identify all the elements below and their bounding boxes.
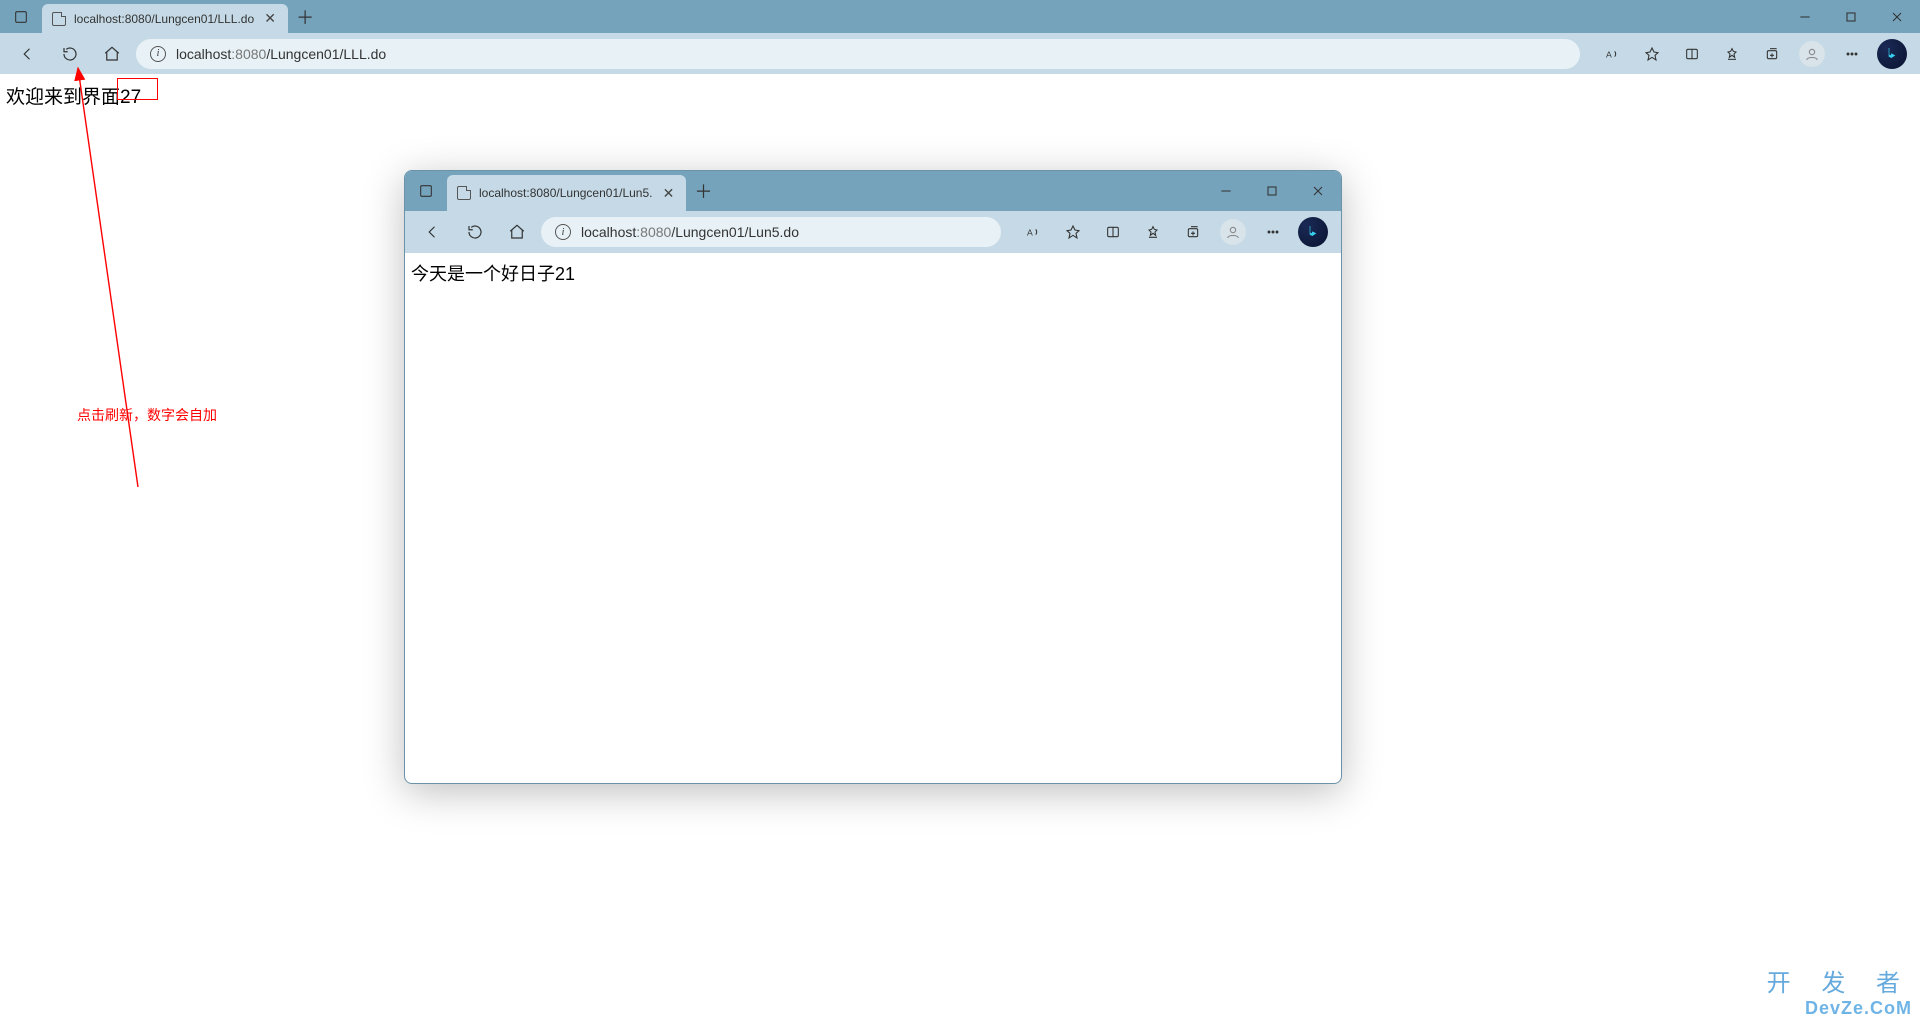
favorites-list-icon[interactable] xyxy=(1714,38,1750,70)
favorites-list-icon[interactable] xyxy=(1135,216,1171,248)
bing-icon xyxy=(1298,217,1328,247)
bing-button[interactable] xyxy=(1295,216,1331,248)
inner-tab-actions-button[interactable] xyxy=(405,171,447,211)
inner-new-tab-button[interactable]: ＋ xyxy=(686,171,720,211)
window-close-button[interactable] xyxy=(1295,171,1341,211)
back-button[interactable] xyxy=(10,38,46,70)
inner-window-controls xyxy=(1203,171,1341,211)
favorite-icon[interactable] xyxy=(1634,38,1670,70)
tab-title: localhost:8080/Lungcen01/LLL.do xyxy=(74,12,254,26)
bing-icon xyxy=(1877,39,1907,69)
favorite-icon[interactable] xyxy=(1055,216,1091,248)
annotation-highlight-box xyxy=(117,78,158,100)
maximize-button[interactable] xyxy=(1249,171,1295,211)
outer-titlebar: localhost:8080/Lungcen01/LLL.do ✕ ＋ xyxy=(0,0,1920,33)
inner-tab[interactable]: localhost:8080/Lungcen01/Lun5. ✕ xyxy=(447,175,686,211)
site-info-icon[interactable]: i xyxy=(555,224,571,240)
inner-toolbar: i localhost:8080/Lungcen01/Lun5.do A xyxy=(405,211,1341,253)
outer-page-content: 欢迎来到界面27 xyxy=(0,74,1920,117)
address-bar[interactable]: i localhost:8080/Lungcen01/LLL.do xyxy=(136,39,1580,69)
watermark-en: DevZe.CoM xyxy=(1767,998,1912,1019)
refresh-button[interactable] xyxy=(457,216,493,248)
url-text: localhost:8080/Lungcen01/LLL.do xyxy=(176,46,386,62)
split-screen-icon[interactable] xyxy=(1674,38,1710,70)
outer-tab[interactable]: localhost:8080/Lungcen01/LLL.do ✕ xyxy=(42,4,288,33)
collections-icon[interactable] xyxy=(1175,216,1211,248)
close-tab-icon[interactable]: ✕ xyxy=(660,185,676,201)
watermark-cn: 开 发 者 xyxy=(1767,963,1912,998)
read-aloud-icon[interactable]: A xyxy=(1594,38,1630,70)
window-controls xyxy=(1782,0,1920,33)
url-text: localhost:8080/Lungcen01/Lun5.do xyxy=(581,224,799,240)
site-info-icon[interactable]: i xyxy=(150,46,166,62)
window-close-button[interactable] xyxy=(1874,0,1920,33)
watermark: 开 发 者 DevZe.CoM xyxy=(1767,963,1912,1019)
more-menu-icon[interactable] xyxy=(1834,38,1870,70)
page-icon xyxy=(52,12,66,26)
split-screen-icon[interactable] xyxy=(1095,216,1131,248)
maximize-button[interactable] xyxy=(1828,0,1874,33)
inner-browser-window: localhost:8080/Lungcen01/Lun5. ✕ ＋ i loc… xyxy=(404,170,1342,784)
inner-address-bar[interactable]: i localhost:8080/Lungcen01/Lun5.do xyxy=(541,217,1001,247)
refresh-button[interactable] xyxy=(52,38,88,70)
home-button[interactable] xyxy=(499,216,535,248)
inner-page-content: 今天是一个好日子21 xyxy=(405,253,1341,293)
minimize-button[interactable] xyxy=(1203,171,1249,211)
tab-actions-button[interactable] xyxy=(0,0,42,33)
page-icon xyxy=(457,186,471,200)
minimize-button[interactable] xyxy=(1782,0,1828,33)
profile-avatar[interactable] xyxy=(1794,38,1830,70)
tab-title: localhost:8080/Lungcen01/Lun5. xyxy=(479,186,652,200)
profile-avatar[interactable] xyxy=(1215,216,1251,248)
svg-text:A: A xyxy=(1027,227,1033,237)
more-menu-icon[interactable] xyxy=(1255,216,1291,248)
back-button[interactable] xyxy=(415,216,451,248)
inner-titlebar: localhost:8080/Lungcen01/Lun5. ✕ ＋ xyxy=(405,171,1341,211)
page-heading: 今天是一个好日子21 xyxy=(411,264,575,284)
bing-button[interactable] xyxy=(1874,38,1910,70)
close-tab-icon[interactable]: ✕ xyxy=(262,11,278,27)
home-button[interactable] xyxy=(94,38,130,70)
svg-text:A: A xyxy=(1606,49,1612,59)
outer-toolbar: i localhost:8080/Lungcen01/LLL.do A xyxy=(0,33,1920,74)
collections-icon[interactable] xyxy=(1754,38,1790,70)
annotation-text: 点击刷新，数字会自加 xyxy=(77,405,217,425)
new-tab-button[interactable]: ＋ xyxy=(288,0,322,33)
read-aloud-icon[interactable]: A xyxy=(1015,216,1051,248)
